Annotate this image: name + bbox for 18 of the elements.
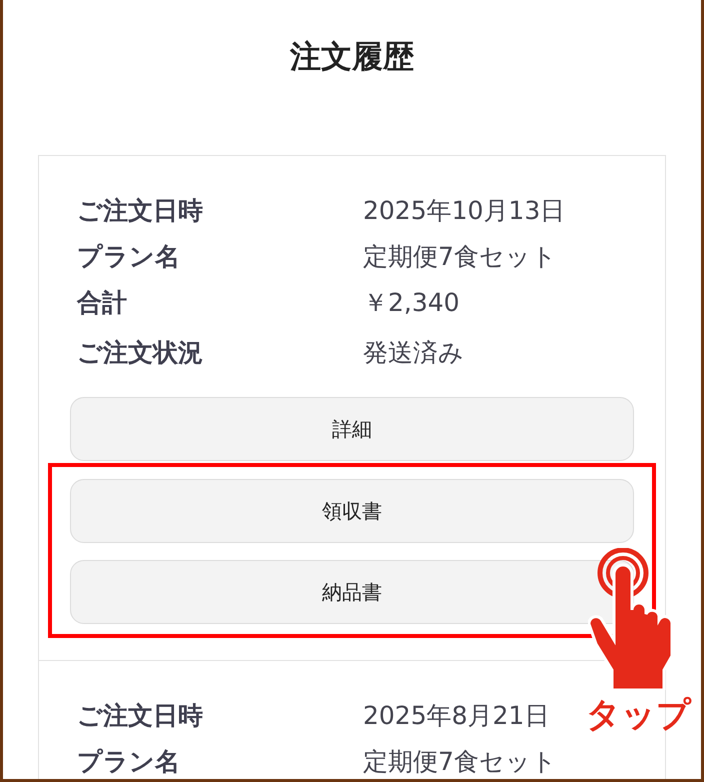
field-value: 定期便7食セット — [363, 746, 557, 778]
detail-button[interactable]: 詳細 — [70, 397, 634, 461]
field-value: 2025年10月13日 — [363, 194, 566, 226]
page-title: 注文履歴 — [289, 38, 415, 76]
field-label: ご注文日時 — [76, 194, 204, 226]
tap-label: タップ — [586, 694, 691, 737]
field-label: プラン名 — [76, 746, 181, 778]
field-value: ￥2,340 — [363, 286, 460, 318]
field-label: 合計 — [76, 286, 128, 318]
tapping-hand-icon — [588, 548, 673, 690]
field-value: 定期便7食セット — [363, 240, 557, 272]
field-label: ご注文状況 — [76, 336, 204, 368]
document-button[interactable]: 納品書 — [70, 560, 634, 624]
field-label: プラン名 — [76, 240, 181, 272]
field-label: ご注文日時 — [76, 700, 204, 732]
document-button[interactable]: 領収書 — [70, 479, 634, 543]
field-value: 発送済み — [363, 336, 464, 368]
field-value: 2025年8月21日 — [363, 700, 550, 732]
